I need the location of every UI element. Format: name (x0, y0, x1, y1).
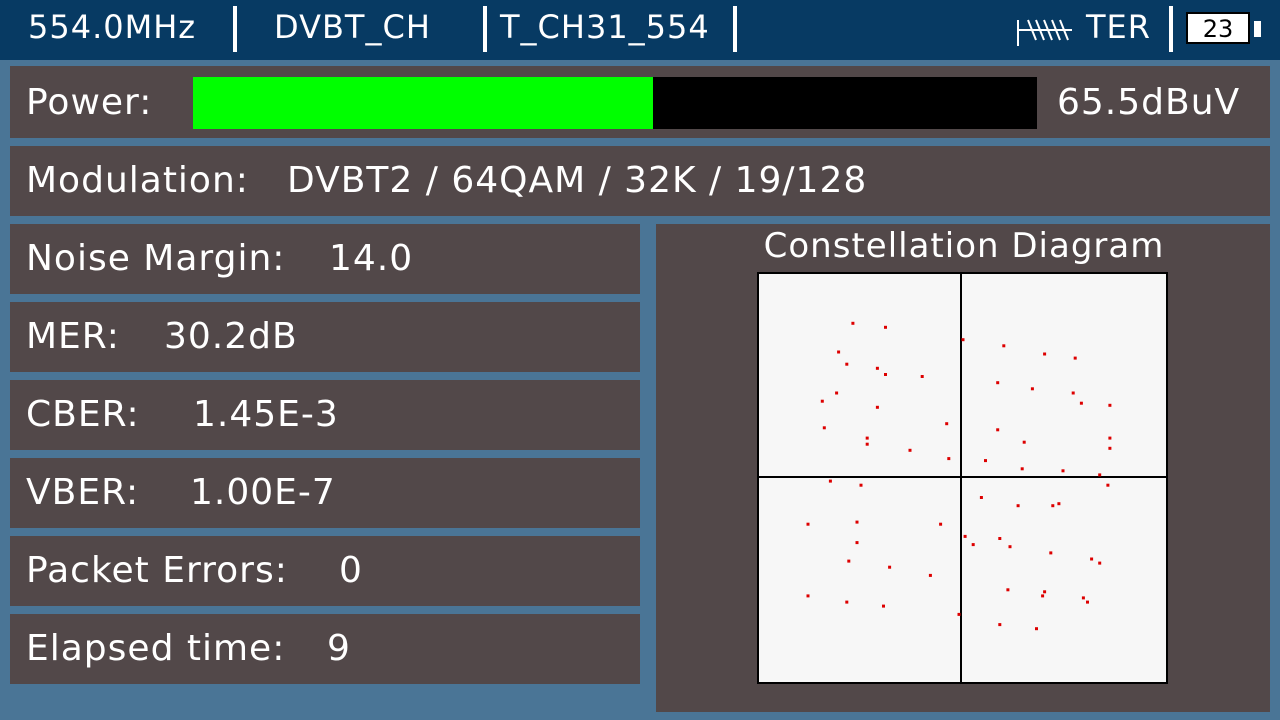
constellation-point (945, 422, 949, 426)
noise-margin-value: 14.0 (329, 238, 414, 279)
constellation-point (928, 573, 932, 577)
constellation-point (961, 338, 965, 342)
constellation-point (998, 623, 1002, 627)
constellation-point (851, 321, 855, 325)
constellation-point (835, 391, 839, 395)
constellation-point (908, 448, 912, 452)
constellation-point (1071, 391, 1075, 395)
constellation-point (1051, 504, 1055, 508)
constellation-point (957, 612, 961, 616)
constellation-point (963, 534, 967, 538)
constellation-point (1081, 596, 1085, 600)
constellation-point (1073, 356, 1077, 360)
constellation-point (1098, 561, 1102, 565)
constellation-point (865, 436, 869, 440)
constellation-point (875, 366, 879, 370)
constellation-point (847, 559, 851, 563)
top-status-bar: 554.0MHz DVBT_CH T_CH31_554 TER 23 (0, 0, 1280, 60)
constellation-point (1016, 504, 1020, 508)
constellation-point (1035, 627, 1038, 631)
constellation-point (806, 522, 810, 526)
constellation-title: Constellation Diagram (763, 226, 1165, 266)
power-value: 65.5dBuV (1057, 82, 1241, 123)
constellation-point (845, 362, 849, 366)
constellation-point (1108, 446, 1112, 450)
constellation-point (1041, 594, 1045, 598)
constellation-point (998, 537, 1002, 540)
channel-table[interactable]: DVBT_CH (274, 8, 431, 46)
modulation-value: DVBT2 / 64QAM / 32K / 19/128 (287, 160, 868, 201)
constellation-point (1020, 467, 1024, 471)
battery-tip (1254, 21, 1261, 37)
constellation-point (1002, 344, 1006, 348)
cber-label: CBER: (26, 394, 140, 435)
constellation-point (947, 457, 951, 461)
constellation-point (1008, 545, 1012, 549)
constellation-point (979, 496, 983, 499)
constellation-point (1079, 401, 1083, 405)
noise-margin-label: Noise Margin: (26, 238, 286, 279)
constellation-point (837, 350, 841, 354)
constellation-plot (757, 272, 1168, 684)
power-bar-fill (193, 77, 653, 129)
constellation-point (855, 520, 859, 524)
packet-errors-value: 0 (339, 550, 363, 591)
constellation-point (888, 565, 892, 569)
constellation-point (1022, 440, 1026, 444)
constellation-point (1090, 557, 1094, 561)
power-bar (193, 77, 1037, 129)
constellation-point (1043, 352, 1047, 356)
constellation-point (1108, 436, 1112, 440)
constellation-point (984, 459, 987, 463)
constellation-point (820, 399, 824, 403)
antenna-icon (1017, 19, 1072, 46)
constellation-point (1098, 473, 1102, 477)
elapsed-time-label: Elapsed time: (26, 628, 286, 669)
constellation-point (822, 426, 826, 430)
constellation-point (1049, 551, 1053, 555)
constellation-point (996, 381, 1000, 385)
constellation-point (884, 325, 887, 329)
separator (483, 6, 487, 52)
constellation-point (828, 479, 832, 483)
vber-value: 1.00E-7 (190, 472, 336, 513)
constellation-point (845, 600, 849, 604)
elapsed-time-value: 9 (327, 628, 351, 669)
constellation-point (971, 543, 975, 547)
constellation-point (855, 541, 859, 545)
frequency-readout[interactable]: 554.0MHz (28, 8, 196, 46)
constellation-point (1061, 469, 1065, 473)
packet-errors-label: Packet Errors: (26, 550, 288, 591)
constellation-point (1006, 588, 1010, 592)
constellation-point (875, 405, 879, 409)
power-label: Power: (26, 82, 153, 123)
channel-name[interactable]: T_CH31_554 (500, 8, 710, 46)
constellation-point (884, 373, 887, 376)
constellation-point (939, 522, 943, 526)
constellation-point (1043, 590, 1047, 594)
cber-value: 1.45E-3 (193, 394, 339, 435)
vber-label: VBER: (26, 472, 140, 513)
constellation-point (806, 594, 810, 598)
constellation-point (1057, 502, 1061, 506)
constellation-point (920, 375, 924, 378)
constellation-point (865, 442, 869, 446)
separator (733, 6, 737, 52)
constellation-point (1086, 600, 1089, 604)
constellation-point (996, 428, 1000, 432)
constellation-point (859, 483, 863, 487)
mer-label: MER: (26, 316, 120, 357)
mer-value: 30.2dB (164, 316, 298, 357)
battery-level: 23 (1202, 15, 1234, 43)
battery-icon: 23 (1186, 12, 1250, 44)
constellation-point (1106, 483, 1110, 487)
separator (233, 6, 237, 52)
band-label[interactable]: TER (1086, 8, 1151, 46)
modulation-label: Modulation: (26, 160, 249, 201)
constellation-point (882, 604, 885, 608)
constellation-point (1030, 387, 1034, 391)
separator (1169, 6, 1173, 52)
constellation-point (1108, 403, 1112, 407)
